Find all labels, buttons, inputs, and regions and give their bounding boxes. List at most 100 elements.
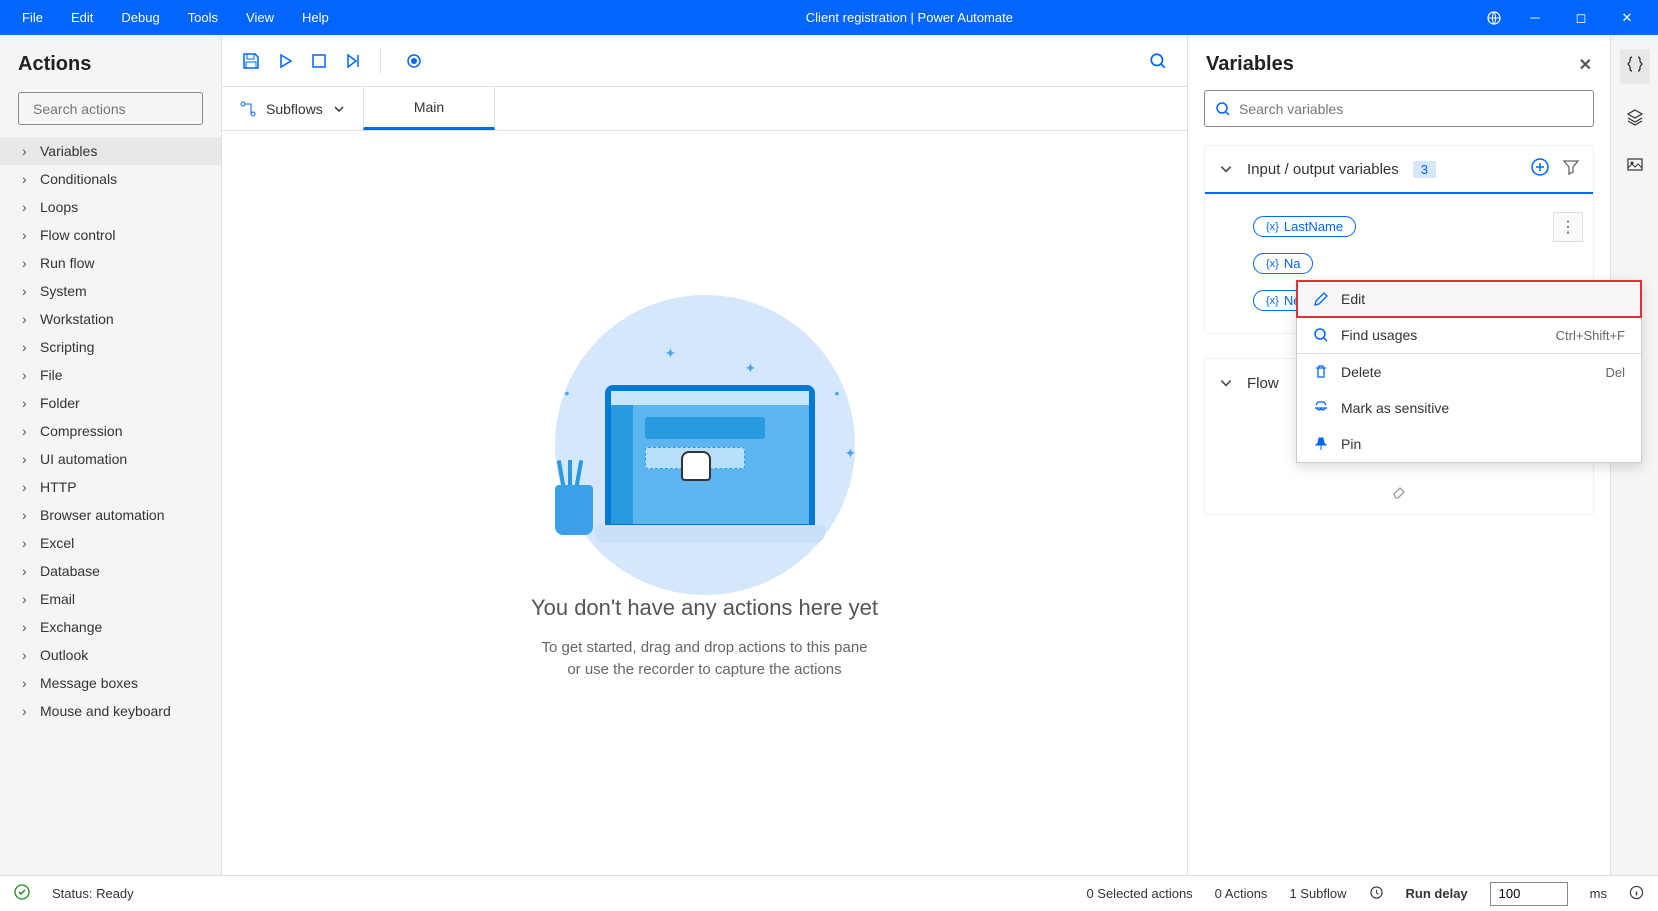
action-group-flow-control[interactable]: ›Flow control [0,221,221,249]
info-icon[interactable] [1629,885,1644,903]
clock-icon [1369,885,1384,903]
chevron-right-icon: › [22,591,34,607]
menu-help[interactable]: Help [288,10,343,25]
chevron-right-icon: › [22,423,34,439]
menu-edit[interactable]: Edit [57,10,107,25]
tab-main[interactable]: Main [363,87,495,130]
variables-search-input[interactable] [1239,101,1583,117]
flow-variables-label: Flow [1247,375,1279,392]
actions-panel: Actions ›Variables›Conditionals›Loops›Fl… [0,35,222,875]
layers-rail-button[interactable] [1626,108,1644,131]
chevron-right-icon: › [22,143,34,159]
clear-variables-button[interactable] [1205,483,1593,514]
variable-row: {x} Na [1253,247,1593,280]
action-group-exchange[interactable]: ›Exchange [0,613,221,641]
close-variables-button[interactable]: ✕ [1579,55,1592,75]
canvas-subtext: To get started, drag and drop actions to… [541,637,867,682]
run-button[interactable] [268,44,302,78]
action-group-scripting[interactable]: ›Scripting [0,333,221,361]
menu-tools[interactable]: Tools [174,10,232,25]
variable-more-button[interactable]: ⋮ [1553,212,1583,242]
save-button[interactable] [234,44,268,78]
chevron-right-icon: › [22,563,34,579]
action-group-browser-automation[interactable]: ›Browser automation [0,501,221,529]
action-group-folder[interactable]: ›Folder [0,389,221,417]
action-group-ui-automation[interactable]: ›UI automation [0,445,221,473]
filter-variables-button[interactable] [1563,159,1579,179]
context-edit[interactable]: Edit [1297,281,1641,317]
toolbar-separator [380,48,381,74]
context-find-usages[interactable]: Find usages Ctrl+Shift+F [1297,317,1641,353]
action-group-database[interactable]: ›Database [0,557,221,585]
step-button[interactable] [336,44,370,78]
action-group-loops[interactable]: ›Loops [0,193,221,221]
io-variables-label: Input / output variables [1247,161,1399,178]
context-mark-sensitive[interactable]: Mark as sensitive [1297,390,1641,426]
status-ok-icon [14,884,30,903]
chevron-down-icon[interactable] [1219,376,1233,390]
menu-debug[interactable]: Debug [107,10,173,25]
minimize-button[interactable]: ─ [1512,10,1558,25]
chevron-right-icon: › [22,507,34,523]
variables-search[interactable] [1204,90,1594,127]
trash-icon [1313,364,1329,380]
chevron-right-icon: › [22,703,34,719]
close-button[interactable]: ✕ [1604,10,1650,26]
action-group-mouse-and-keyboard[interactable]: ›Mouse and keyboard [0,697,221,725]
chevron-right-icon: › [22,451,34,467]
action-group-compression[interactable]: ›Compression [0,417,221,445]
variable-chip[interactable]: {x} Na [1253,253,1313,274]
stop-button[interactable] [302,44,336,78]
chevron-right-icon: › [22,675,34,691]
action-group-conditionals[interactable]: ›Conditionals [0,165,221,193]
status-actions-count: 0 Actions [1215,886,1268,901]
variable-chip[interactable]: {x} LastName [1253,216,1356,237]
search-icon [1215,101,1231,117]
center-pane: Subflows Main ✦ ✦ ✦ ✦ • • [222,35,1188,875]
action-group-file[interactable]: ›File [0,361,221,389]
action-group-message-boxes[interactable]: ›Message boxes [0,669,221,697]
variables-panel: Variables ✕ Input / output variables 3 {… [1188,35,1610,875]
chevron-right-icon: › [22,647,34,663]
context-pin[interactable]: Pin [1297,426,1641,462]
subflow-icon [240,101,256,117]
chevron-right-icon: › [22,199,34,215]
action-group-variables[interactable]: ›Variables [0,137,221,165]
images-rail-button[interactable] [1626,155,1644,178]
variables-rail-button[interactable] [1620,49,1650,84]
search-flow-button[interactable] [1141,44,1175,78]
titlebar: File Edit Debug Tools View Help Client r… [0,0,1658,35]
window-title: Client registration | Power Automate [343,10,1476,25]
subflows-dropdown[interactable]: Subflows [222,87,363,130]
record-button[interactable] [397,44,431,78]
menu-view[interactable]: View [232,10,288,25]
actions-header: Actions [0,35,221,86]
environment-indicator[interactable] [1476,10,1512,26]
chevron-down-icon [333,103,345,115]
subflows-label: Subflows [266,101,323,117]
chevron-right-icon: › [22,283,34,299]
search-icon [1313,327,1329,343]
action-group-outlook[interactable]: ›Outlook [0,641,221,669]
chevron-right-icon: › [22,535,34,551]
add-variable-button[interactable] [1531,158,1549,180]
eraser-icon [1391,483,1407,499]
tab-main-label: Main [414,99,444,115]
chevron-down-icon[interactable] [1219,162,1233,176]
canvas[interactable]: ✦ ✦ ✦ ✦ • • You don't have any actions h… [222,131,1187,875]
menu-file[interactable]: File [8,10,57,25]
action-group-email[interactable]: ›Email [0,585,221,613]
chevron-right-icon: › [22,367,34,383]
action-group-excel[interactable]: ›Excel [0,529,221,557]
action-group-system[interactable]: ›System [0,277,221,305]
chevron-right-icon: › [22,227,34,243]
action-group-workstation[interactable]: ›Workstation [0,305,221,333]
action-group-run-flow[interactable]: ›Run flow [0,249,221,277]
run-delay-input[interactable] [1490,882,1568,906]
image-icon [1626,155,1644,173]
maximize-button[interactable]: ◻ [1558,10,1604,26]
actions-search-input[interactable] [33,101,214,117]
actions-search[interactable] [18,92,203,125]
context-delete[interactable]: Delete Del [1297,354,1641,390]
action-group-http[interactable]: ›HTTP [0,473,221,501]
